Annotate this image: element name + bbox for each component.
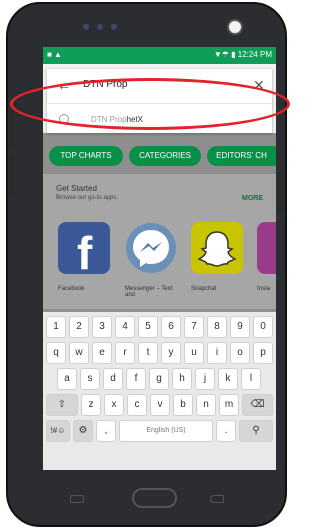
tab-editors-choice[interactable]: EDITORS' CH	[207, 146, 276, 166]
comma-key[interactable]: ,	[96, 420, 116, 442]
key-a[interactable]: a	[57, 368, 77, 390]
key-4[interactable]: 4	[115, 316, 135, 338]
key-j[interactable]: j	[195, 368, 215, 390]
recent-apps-button[interactable]	[70, 495, 84, 503]
shift-key[interactable]: ⇧	[46, 394, 78, 416]
status-time: ▼☂ ▮ 12:24 PM	[213, 50, 272, 59]
card-subtitle: Browse our go-to apps.	[56, 195, 119, 201]
key-i[interactable]: i	[207, 342, 227, 364]
instagram-icon[interactable]	[257, 222, 276, 274]
key-t[interactable]: t	[138, 342, 158, 364]
sensor-dot	[97, 24, 103, 30]
status-bar: ■ ▲ ▼☂ ▮ 12:24 PM	[43, 47, 276, 64]
key-d[interactable]: d	[103, 368, 123, 390]
key-2[interactable]: 2	[69, 316, 89, 338]
tab-top-charts[interactable]: TOP CHARTS	[49, 146, 123, 166]
get-started-card: Get Started Browse our go-to apps. MORE …	[43, 174, 276, 309]
home-button[interactable]	[132, 488, 177, 508]
back-button[interactable]	[210, 495, 224, 503]
key-k[interactable]: k	[218, 368, 238, 390]
key-p[interactable]: p	[253, 342, 273, 364]
more-button[interactable]: MORE	[242, 195, 263, 202]
key-l[interactable]: l	[241, 368, 261, 390]
key-r[interactable]: r	[115, 342, 135, 364]
power-button[interactable]	[278, 174, 283, 212]
notification-icons: ■ ▲	[47, 50, 62, 59]
backspace-key[interactable]: ⌫	[242, 394, 273, 416]
key-3[interactable]: 3	[92, 316, 112, 338]
key-h[interactable]: h	[172, 368, 192, 390]
sensor-dot	[83, 24, 89, 30]
key-9[interactable]: 9	[230, 316, 250, 338]
sensor-dot	[111, 24, 117, 30]
key-6[interactable]: 6	[161, 316, 181, 338]
card-title: Get Started	[56, 184, 97, 193]
key-e[interactable]: e	[92, 342, 112, 364]
app-name-instagram: Insta	[257, 286, 271, 292]
key-0[interactable]: 0	[253, 316, 273, 338]
volume-up-button[interactable]	[10, 109, 15, 149]
key-o[interactable]: o	[230, 342, 250, 364]
key-v[interactable]: v	[150, 394, 170, 416]
symbols-key[interactable]: !#☺	[46, 420, 70, 442]
messenger-icon[interactable]	[125, 222, 177, 274]
key-g[interactable]: g	[149, 368, 169, 390]
key-5[interactable]: 5	[138, 316, 158, 338]
settings-key[interactable]: ⚙	[73, 420, 93, 442]
key-y[interactable]: y	[161, 342, 181, 364]
key-q[interactable]: q	[46, 342, 66, 364]
key-m[interactable]: m	[219, 394, 239, 416]
facebook-glyph: f	[77, 227, 93, 279]
key-b[interactable]: b	[173, 394, 193, 416]
key-z[interactable]: z	[81, 394, 101, 416]
key-w[interactable]: w	[69, 342, 89, 364]
facebook-icon[interactable]: f	[58, 222, 110, 279]
app-name-facebook: Facebook	[58, 286, 85, 292]
key-c[interactable]: c	[127, 394, 147, 416]
snapchat-icon[interactable]	[191, 222, 243, 274]
search-key[interactable]: ⚲	[239, 420, 273, 442]
app-name-messenger: Messenger – Text and	[125, 286, 173, 298]
front-camera	[227, 19, 243, 35]
tab-categories[interactable]: CATEGORIES	[129, 146, 201, 166]
key-8[interactable]: 8	[207, 316, 227, 338]
space-key[interactable]: English (US)	[119, 420, 213, 442]
app-name-snapchat: Snapchat	[191, 286, 217, 292]
key-1[interactable]: 1	[46, 316, 66, 338]
key-u[interactable]: u	[184, 342, 204, 364]
key-f[interactable]: f	[126, 368, 146, 390]
highlight-circle	[10, 78, 290, 130]
volume-down-button[interactable]	[10, 154, 15, 194]
keyboard: 1 2 3 4 5 6 7 8 9 0 q w e r t y u i o p …	[43, 312, 276, 470]
key-7[interactable]: 7	[184, 316, 204, 338]
key-s[interactable]: s	[80, 368, 100, 390]
key-n[interactable]: n	[196, 394, 216, 416]
key-x[interactable]: x	[104, 394, 124, 416]
period-key[interactable]: .	[216, 420, 236, 442]
